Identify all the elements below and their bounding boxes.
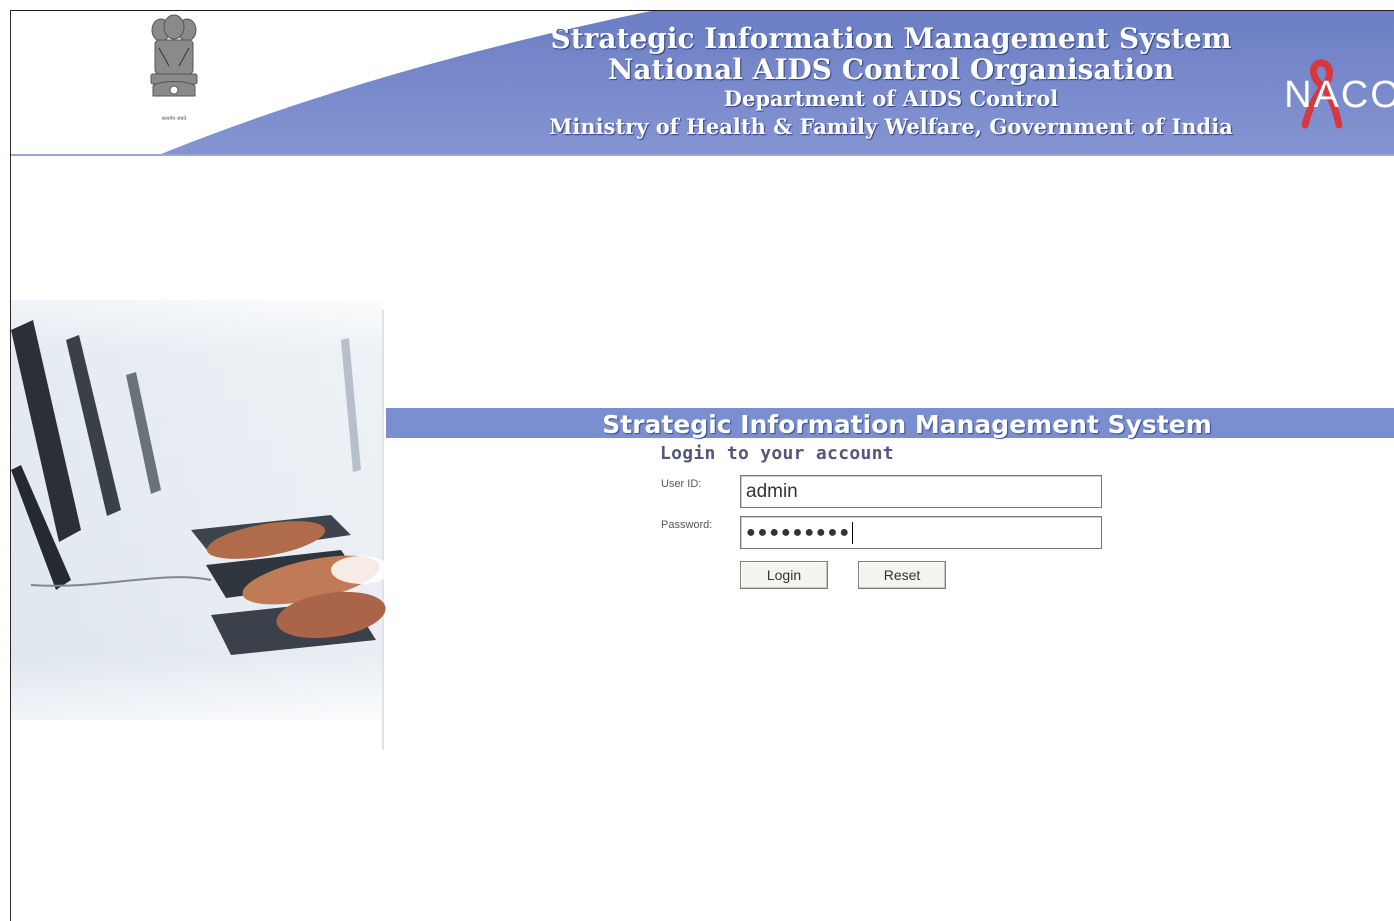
header-title-line-4: Ministry of Health & Family Welfare, Gov… (549, 114, 1233, 139)
header-title-line-1: Strategic Information Management System (550, 22, 1232, 55)
header-title-block: Strategic Information Management System … (531, 23, 1251, 141)
site-header: सत्यमेव जयते Strategic Information Manag… (11, 11, 1394, 156)
naco-logo: NACO (1284, 59, 1394, 129)
header-title-line-3: Department of AIDS Control (723, 86, 1059, 111)
password-label: Password: (661, 519, 713, 531)
page: सत्यमेव जयते Strategic Information Manag… (0, 0, 1394, 921)
text-caret (851, 521, 853, 544)
naco-logo-text: NACO (1284, 74, 1394, 116)
userid-label: User ID: (661, 478, 702, 490)
password-input[interactable]: ●●●●●●●●● (740, 516, 1102, 549)
emblem-caption: सत्यमेव जयते (162, 115, 187, 122)
login-heading: Login to your account (660, 443, 894, 464)
reset-button[interactable]: Reset (858, 561, 946, 589)
login-banner-title: Strategic Information Management System (602, 410, 1212, 439)
login-banner: Strategic Information Management System (386, 408, 1394, 439)
userid-input[interactable]: admin (740, 475, 1102, 508)
password-value: ●●●●●●●●● (746, 524, 851, 541)
login-button[interactable]: Login (740, 561, 828, 589)
userid-value: admin (746, 481, 798, 502)
header-title-line-2: National AIDS Control Organisation (607, 53, 1175, 86)
national-emblem-icon: सत्यमेव जयते (150, 14, 198, 122)
keyboard-hands-image (11, 300, 386, 750)
